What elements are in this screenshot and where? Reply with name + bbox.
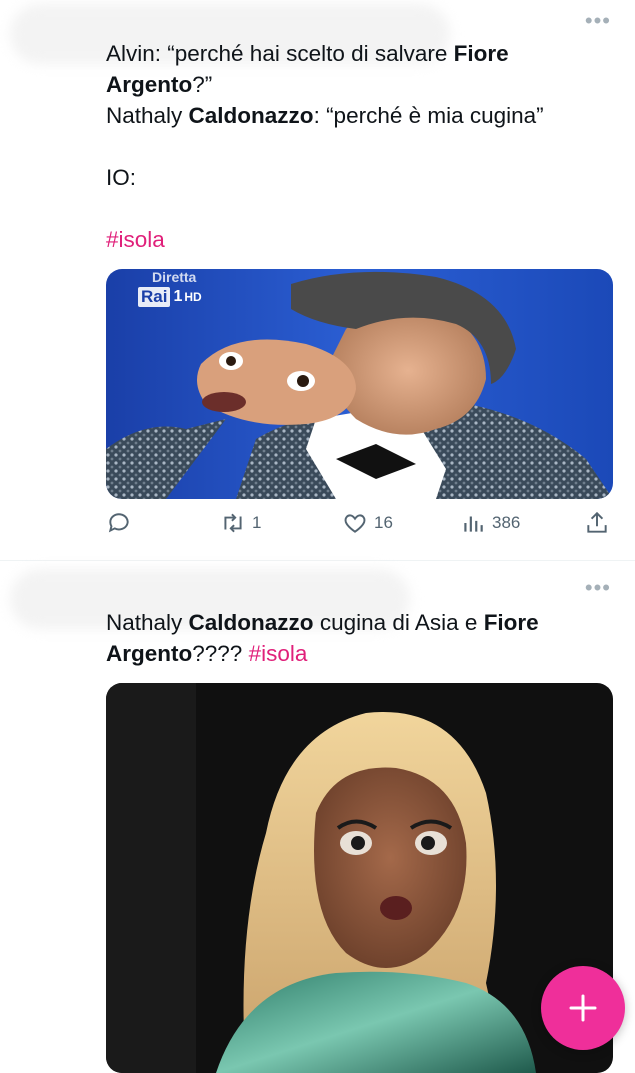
like-icon — [344, 514, 366, 533]
tweet-image[interactable] — [106, 683, 613, 1073]
views-icon — [464, 516, 483, 532]
like-count: 16 — [374, 513, 393, 532]
tweet-image[interactable]: Diretta Rai 1 HD — [106, 269, 613, 499]
live-overlay-label: Diretta — [152, 269, 197, 285]
tweet[interactable]: ••• Alvin: “perché hai scelto di salvare… — [0, 0, 635, 561]
views-count: 386 — [492, 513, 521, 532]
rai-logo: Rai 1 HD — [138, 287, 202, 307]
tweet-line: Nathaly Caldonazzo: “perché è mia cugina… — [106, 103, 544, 128]
share-icon — [587, 511, 607, 533]
more-icon[interactable]: ••• — [585, 577, 611, 599]
more-icon[interactable]: ••• — [585, 10, 611, 32]
tweet-text: Nathaly Caldonazzo cugina di Asia e Fior… — [106, 607, 615, 669]
tweet[interactable]: ••• Nathaly Caldonazzo cugina di Asia e … — [0, 561, 635, 1073]
reply-button[interactable] — [106, 510, 132, 536]
tweet-actions: 1 16 386 — [106, 510, 613, 542]
tweet-line: IO: — [106, 165, 137, 190]
plus-icon — [569, 994, 597, 1022]
retweet-icon — [224, 513, 242, 533]
compose-button[interactable] — [541, 966, 625, 1050]
tweet-line: Alvin: “perché hai scelto di salvare Fio… — [106, 41, 509, 97]
tweet-text: Alvin: “perché hai scelto di salvare Fio… — [106, 38, 615, 255]
hashtag-link[interactable]: #isola — [106, 224, 615, 255]
reply-icon — [108, 513, 129, 533]
reaction-gif-image — [106, 683, 613, 1073]
retweet-button[interactable]: 1 — [220, 510, 261, 536]
share-button[interactable] — [584, 510, 610, 536]
like-button[interactable]: 16 — [342, 510, 393, 536]
retweet-count: 1 — [252, 513, 262, 532]
hashtag-link[interactable]: #isola — [249, 641, 308, 666]
views-button[interactable]: 386 — [460, 510, 520, 536]
tweet-line: Nathaly Caldonazzo cugina di Asia e Fior… — [106, 610, 539, 666]
